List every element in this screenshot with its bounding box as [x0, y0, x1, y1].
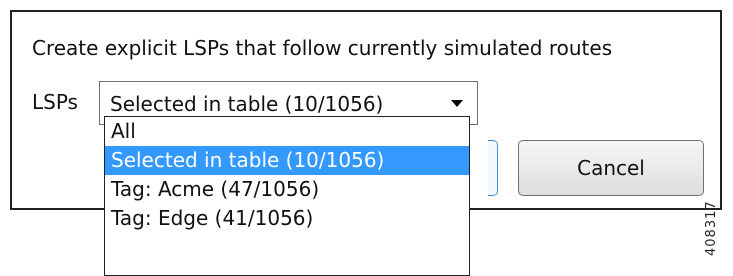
dropdown-option-selected-in-table[interactable]: Selected in table (10/1056) [105, 146, 469, 175]
lsps-label: LSPs [32, 90, 78, 114]
dropdown-arrow-icon[interactable] [451, 100, 463, 107]
figure-id: 408317 [704, 200, 719, 256]
dialog-prompt: Create explicit LSPs that follow current… [32, 36, 613, 60]
lsps-select-value: Selected in table (10/1056) [110, 92, 384, 116]
ok-button[interactable] [488, 140, 498, 196]
lsps-dropdown-list: All Selected in table (10/1056) Tag: Acm… [104, 116, 470, 276]
dropdown-option-all[interactable]: All [105, 117, 469, 146]
dropdown-option-tag-acme[interactable]: Tag: Acme (47/1056) [105, 175, 469, 204]
cancel-button[interactable]: Cancel [518, 140, 704, 196]
dropdown-option-tag-edge[interactable]: Tag: Edge (41/1056) [105, 204, 469, 233]
